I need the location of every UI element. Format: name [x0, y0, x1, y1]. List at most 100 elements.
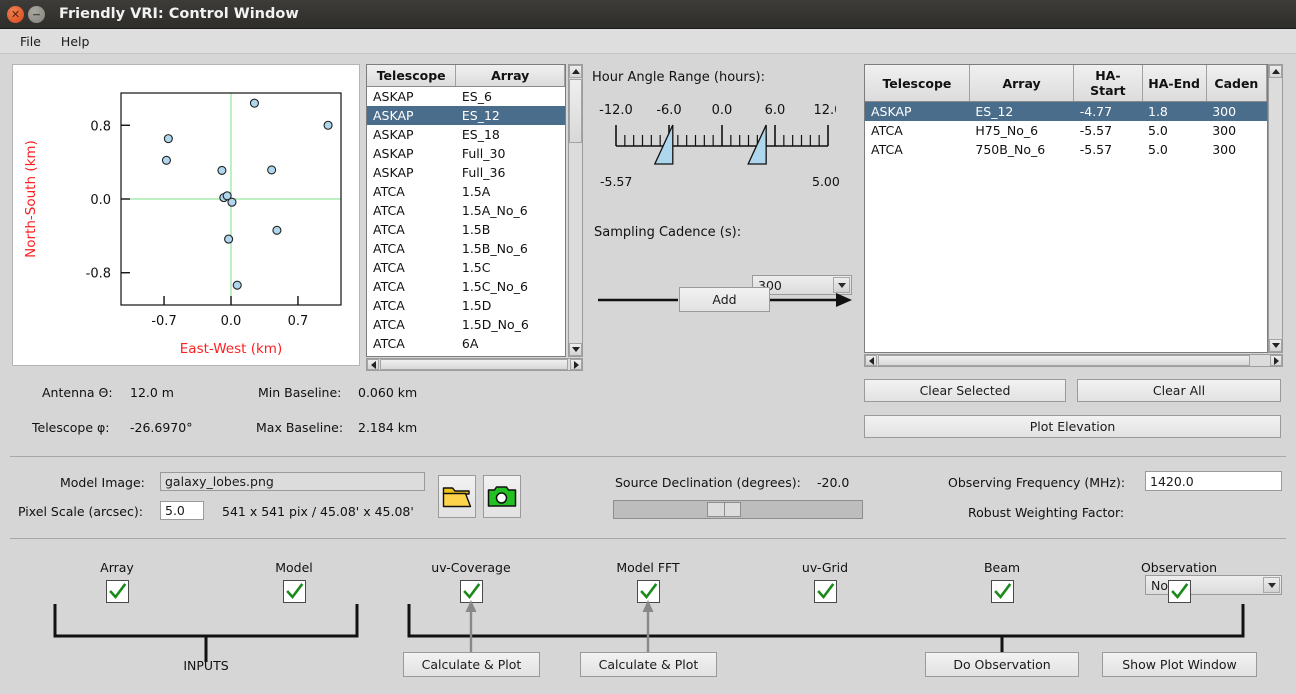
capture-button[interactable]: [483, 475, 521, 518]
array-list-item[interactable]: ATCA 1.5B: [367, 220, 565, 239]
check-icon: [994, 583, 1012, 600]
plot-elevation-button[interactable]: Plot Elevation: [864, 415, 1281, 438]
array-col-1[interactable]: Array: [455, 65, 565, 87]
array-list-item[interactable]: ASKAP ES_12: [367, 106, 565, 125]
array-list-item[interactable]: ATCA 1.5C: [367, 258, 565, 277]
array-list-item[interactable]: ASKAP ES_6: [367, 87, 565, 107]
calculate-plot-fft-button[interactable]: Calculate & Plot: [580, 652, 717, 677]
array-cell-array: 1.5A: [461, 184, 491, 199]
array-cell-telescope: ATCA: [373, 336, 405, 351]
obs-cell-array: 750B_No_6: [975, 142, 1046, 157]
observation-list-header: Telescope Array HA-Start HA-End Caden: [865, 65, 1267, 102]
camera-icon: [487, 485, 517, 507]
obs-col-0[interactable]: Telescope: [865, 65, 970, 102]
array-list-item[interactable]: ASKAP ES_18: [367, 125, 565, 144]
obs-cell-telescope: ATCA: [871, 123, 903, 138]
array-cell-array: ES_6: [461, 89, 492, 104]
close-icon[interactable]: ✕: [7, 5, 24, 23]
calculate-plot-uv-button[interactable]: Calculate & Plot: [403, 652, 540, 677]
array-list-item[interactable]: ATCA 1.5D_No_6: [367, 315, 565, 334]
array-cell-telescope: ASKAP: [373, 89, 414, 104]
obs-cell-cadence: 300: [1212, 142, 1237, 157]
menu-help[interactable]: Help: [51, 32, 100, 51]
svg-text:0.0: 0.0: [712, 103, 733, 118]
observing-frequency-label: Observing Frequency (MHz):: [948, 475, 1126, 490]
array-list-scroll-thumb[interactable]: [569, 79, 582, 143]
array-cell-array: 1.5C_No_6: [461, 279, 528, 294]
scroll-up-icon[interactable]: [1269, 65, 1282, 78]
show-plot-window-button[interactable]: Show Plot Window: [1102, 652, 1257, 677]
open-model-button[interactable]: [438, 475, 476, 518]
array-cell-telescope: ATCA: [373, 184, 405, 199]
observation-hscroll-thumb[interactable]: [878, 355, 1250, 366]
do-observation-button[interactable]: Do Observation: [925, 652, 1079, 677]
obs-col-2[interactable]: HA-Start: [1073, 65, 1143, 102]
array-list-vscrollbar[interactable]: [568, 64, 583, 357]
array-list-item[interactable]: ASKAP Full_30: [367, 144, 565, 163]
pixel-scale-field[interactable]: 5.0: [160, 501, 204, 520]
array-list[interactable]: Telescope Array ASKAP ES_6 ASKAP ES_12 ASKAP ES…: [366, 64, 566, 357]
pipeline-label-model-fft: Model FFT: [616, 560, 680, 575]
declination-slider[interactable]: [613, 500, 863, 519]
array-list-header: Telescope Array: [367, 65, 565, 87]
array-list-hscrollbar[interactable]: [366, 358, 583, 371]
clear-all-button[interactable]: Clear All: [1077, 379, 1281, 402]
array-list-item[interactable]: ATCA 1.5A_No_6: [367, 201, 565, 220]
observing-frequency-field[interactable]: 1420.0: [1145, 471, 1282, 491]
array-list-item[interactable]: ASKAP Full_36: [367, 163, 565, 182]
clear-selected-button[interactable]: Clear Selected: [864, 379, 1066, 402]
menu-file[interactable]: File: [10, 32, 51, 51]
scroll-up-icon[interactable]: [569, 65, 582, 78]
array-list-item[interactable]: ATCA 6A: [367, 334, 565, 353]
declination-slider-thumb[interactable]: [707, 502, 741, 517]
array-layout-plot: 0.8 0.0 -0.8 -0.7 0.0 0.7 East-West (km) North-…: [12, 64, 360, 366]
scroll-left-icon[interactable]: [865, 355, 877, 366]
array-cell-telescope: ATCA: [373, 203, 405, 218]
observation-list-item[interactable]: ASKAP ES_12 -4.77 1.8 300: [865, 101, 1267, 121]
svg-text:0.0: 0.0: [90, 193, 111, 208]
window-titlebar: ✕ − Friendly VRI: Control Window: [0, 0, 1296, 29]
scroll-left-icon[interactable]: [367, 359, 379, 370]
scroll-down-icon[interactable]: [569, 343, 582, 356]
obs-col-3[interactable]: HA-End: [1142, 65, 1207, 102]
array-list-hscroll-thumb[interactable]: [380, 359, 568, 370]
checkbox-observation[interactable]: [1168, 580, 1191, 603]
array-list-item[interactable]: ATCA 1.5A: [367, 182, 565, 201]
minimize-icon[interactable]: −: [28, 5, 45, 23]
checkbox-model[interactable]: [283, 580, 306, 603]
observation-list-hscrollbar[interactable]: [864, 354, 1283, 367]
min-baseline-value: 0.060 km: [358, 385, 418, 400]
svg-text:-0.7: -0.7: [151, 314, 176, 329]
obs-cell-cadence: 300: [1212, 123, 1237, 138]
model-image-field[interactable]: galaxy_lobes.png: [160, 472, 425, 491]
observation-list-item[interactable]: ATCA 750B_No_6 -5.57 5.0 300: [865, 140, 1267, 159]
observation-list[interactable]: Telescope Array HA-Start HA-End Caden ASKAP ES…: [864, 64, 1268, 353]
array-cell-array: 1.5B_No_6: [461, 241, 528, 256]
observation-list-vscrollbar[interactable]: [1268, 64, 1283, 353]
svg-text:0.7: 0.7: [288, 314, 309, 329]
observation-list-item[interactable]: ATCA H75_No_6 -5.57 5.0 300: [865, 121, 1267, 140]
checkbox-uv-grid[interactable]: [814, 580, 837, 603]
obs-cell-cadence: 300: [1206, 101, 1267, 121]
array-list-item[interactable]: ATCA 1.5B_No_6: [367, 239, 565, 258]
ha-start-value: -5.57: [600, 174, 633, 189]
hour-angle-slider[interactable]: -12.0 -6.0 0.0 6.0 12.0: [598, 100, 842, 170]
array-list-item[interactable]: ATCA 1.5D: [367, 296, 565, 315]
array-cell-array: 1.5D_No_6: [461, 317, 529, 332]
add-button[interactable]: Add: [679, 287, 770, 312]
array-cell-array: 6A: [461, 336, 479, 351]
scroll-right-icon[interactable]: [570, 359, 582, 370]
array-col-0[interactable]: Telescope: [367, 65, 457, 87]
obs-col-1[interactable]: Array: [969, 65, 1075, 102]
pipeline-label-beam: Beam: [983, 560, 1021, 575]
checkbox-array[interactable]: [106, 580, 129, 603]
obs-col-4[interactable]: Caden: [1206, 65, 1267, 102]
scroll-right-icon[interactable]: [1270, 355, 1282, 366]
window-title: Friendly VRI: Control Window: [59, 6, 299, 22]
checkbox-beam[interactable]: [991, 580, 1014, 603]
array-list-item[interactable]: ATCA 1.5C_No_6: [367, 277, 565, 296]
scroll-down-icon[interactable]: [1269, 339, 1282, 352]
checkbox-model-fft[interactable]: [637, 580, 660, 603]
check-icon: [463, 583, 481, 600]
checkbox-uv-coverage[interactable]: [460, 580, 483, 603]
